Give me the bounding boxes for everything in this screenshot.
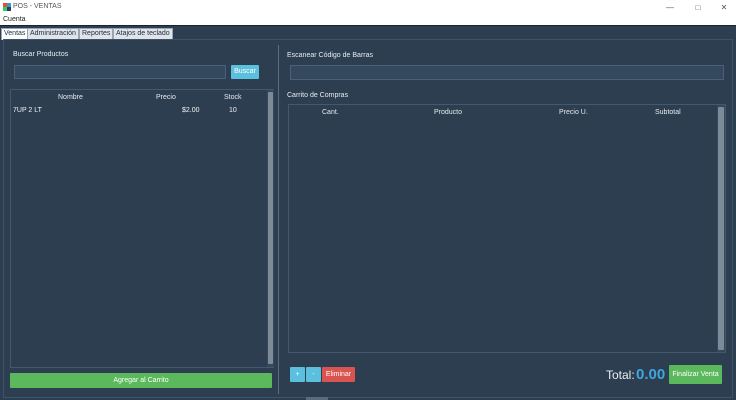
remove-item-button[interactable]: Eliminar <box>322 367 355 382</box>
panel-divider <box>278 45 279 394</box>
products-table: Nombre Precio Stock 7UP 2 LT $2.00 10 <box>10 89 274 368</box>
product-price-cell: $2.00 <box>182 107 200 114</box>
product-name-cell: 7UP 2 LT <box>13 107 42 114</box>
column-header-precio-u[interactable]: Precio U. <box>559 109 588 116</box>
maximize-button[interactable]: □ <box>684 0 712 15</box>
barcode-group-title: Escanear Código de Barras <box>287 52 373 59</box>
cart-group-title: Carrito de Compras <box>287 92 349 99</box>
column-header-precio[interactable]: Precio <box>156 94 176 101</box>
column-header-producto[interactable]: Producto <box>434 109 462 116</box>
minimize-button[interactable]: — <box>656 0 684 15</box>
products-scrollbar[interactable] <box>267 90 274 367</box>
cart-scrollbar[interactable] <box>717 105 725 352</box>
title-bar: POS - VENTAS — □ ✕ <box>0 0 736 15</box>
cart-table: Cant. Producto Precio U. Subtotal <box>288 104 726 353</box>
column-header-cant[interactable]: Cant. <box>322 109 339 116</box>
search-group-title: Buscar Productos <box>13 51 69 58</box>
pos-app-icon <box>3 3 11 11</box>
total-value: 0.00 <box>636 366 666 383</box>
product-search-input[interactable] <box>14 65 226 79</box>
product-stock-cell: 10 <box>229 107 237 114</box>
barcode-input[interactable] <box>290 65 724 80</box>
quantity-decrease-button[interactable]: - <box>306 367 321 382</box>
column-header-subtotal[interactable]: Subtotal <box>655 109 681 116</box>
close-button[interactable]: ✕ <box>710 0 736 15</box>
search-button[interactable]: Buscar <box>231 65 259 79</box>
quantity-increase-button[interactable]: + <box>290 367 305 382</box>
tab-strip: Ventas Administración Reportes Atajos de… <box>0 25 736 40</box>
menu-cuenta[interactable]: Cuenta <box>3 16 26 23</box>
menu-bar: Cuenta <box>0 15 736 25</box>
total-label: Total: <box>606 368 635 382</box>
finish-sale-button[interactable]: Finalizar Venta <box>669 365 722 384</box>
window-title: POS - VENTAS <box>13 3 62 10</box>
add-to-cart-button[interactable]: Agregar al Carrito <box>10 373 272 388</box>
cart-scrollbar-thumb[interactable] <box>718 107 724 350</box>
column-header-nombre[interactable]: Nombre <box>58 94 83 101</box>
table-row[interactable]: 7UP 2 LT $2.00 10 <box>11 106 265 116</box>
products-scrollbar-thumb[interactable] <box>268 92 273 364</box>
column-header-stock[interactable]: Stock <box>224 94 242 101</box>
